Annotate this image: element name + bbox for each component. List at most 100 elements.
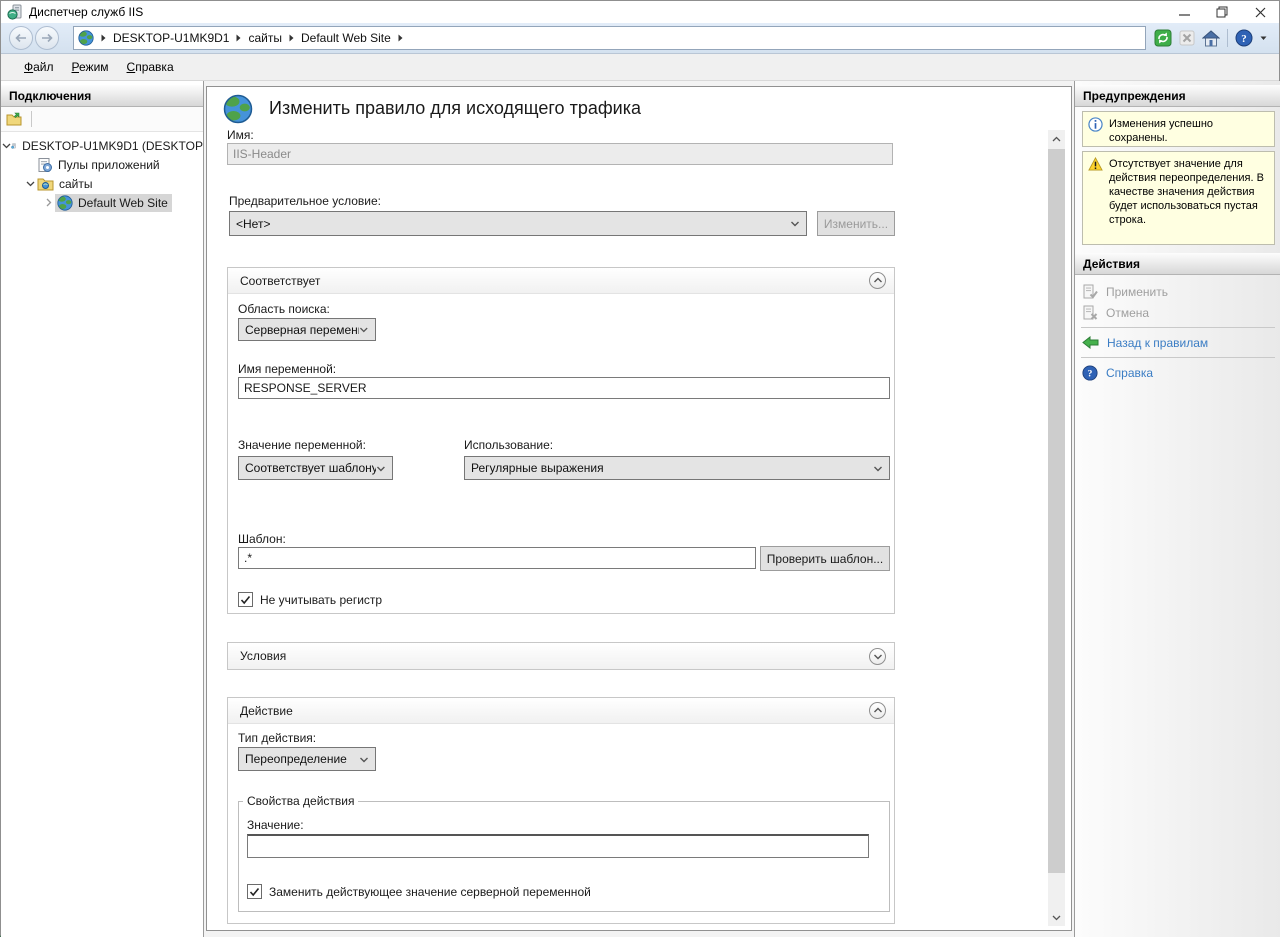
- precondition-select[interactable]: <Нет>: [229, 211, 807, 236]
- help-link[interactable]: ? Справка: [1075, 362, 1280, 383]
- chevron-down-icon: [873, 653, 883, 660]
- breadcrumb-item-sites[interactable]: сайты: [248, 31, 282, 45]
- home-icon[interactable]: [1202, 30, 1220, 47]
- action-section-title: Действие: [240, 704, 293, 718]
- menu-file[interactable]: Файл: [15, 56, 63, 78]
- check-icon: [249, 887, 260, 897]
- variable-value-option: Соответствует шаблону: [245, 461, 376, 475]
- variable-name-label: Имя переменной:: [238, 362, 336, 376]
- action-section-header[interactable]: Действие: [228, 698, 894, 724]
- breadcrumb-arrow-icon[interactable]: [398, 34, 403, 42]
- breadcrumb: DESKTOP-U1MK9D1 сайты Default Web Site: [73, 26, 1146, 50]
- help-icon[interactable]: ?: [1235, 29, 1253, 47]
- close-button[interactable]: [1241, 1, 1279, 23]
- connections-tree: DESKTOP-U1MK9D1 (DESKTOP Пулы приложений…: [1, 132, 203, 212]
- window-controls: [1165, 1, 1279, 23]
- variable-name-input[interactable]: [238, 377, 890, 399]
- collapse-chevron-icon[interactable]: [23, 179, 37, 188]
- chevron-down-icon: [1052, 915, 1061, 921]
- address-bar-icons: ?: [1154, 29, 1279, 47]
- collapse-section-button[interactable]: [869, 272, 886, 289]
- replace-value-checkbox[interactable]: [247, 884, 262, 899]
- using-select[interactable]: Регулярные выражения: [464, 456, 890, 480]
- action-type-select[interactable]: Переопределение: [238, 747, 376, 771]
- ignore-case-checkbox[interactable]: [238, 592, 253, 607]
- app-icon: [7, 4, 23, 20]
- tree-item-label: сайты: [59, 177, 93, 191]
- help-icon: ?: [1082, 365, 1098, 381]
- value-input[interactable]: [247, 834, 869, 858]
- svg-text:?: ?: [1241, 33, 1247, 45]
- scroll-down-button[interactable]: [1048, 909, 1065, 926]
- apply-label: Применить: [1106, 285, 1168, 299]
- action-properties-title: Свойства действия: [243, 794, 358, 808]
- conditions-section-header[interactable]: Условия: [228, 643, 894, 669]
- restore-button[interactable]: [1203, 1, 1241, 23]
- iis-manager-window: Диспетчер служб IIS DESKTOP-U1MK9D1 сайт…: [0, 0, 1280, 937]
- title-bar[interactable]: Диспетчер служб IIS: [1, 1, 1279, 23]
- vertical-scrollbar[interactable]: [1048, 130, 1065, 926]
- scrollbar-thumb[interactable]: [1048, 149, 1065, 873]
- menu-view[interactable]: Режим: [63, 56, 118, 78]
- using-label: Использование:: [464, 438, 553, 452]
- expand-chevron-icon[interactable]: [41, 198, 55, 207]
- globe-icon: [78, 30, 94, 46]
- scope-value: Серверная переменн: [245, 323, 359, 337]
- breadcrumb-arrow-icon[interactable]: [236, 34, 241, 42]
- scroll-up-button[interactable]: [1048, 130, 1065, 147]
- scope-select[interactable]: Серверная переменн: [238, 318, 376, 341]
- breadcrumb-arrow-icon[interactable]: [289, 34, 294, 42]
- forward-arrow-icon: [41, 33, 53, 43]
- chevron-down-icon[interactable]: [1260, 36, 1267, 41]
- action-properties-group: Свойства действия Значение: Заменить дей…: [238, 794, 890, 912]
- variable-value-label: Значение переменной:: [238, 438, 366, 452]
- expand-section-button[interactable]: [869, 648, 886, 665]
- tree-item-default-web-site[interactable]: Default Web Site: [1, 193, 203, 212]
- variable-value-select[interactable]: Соответствует шаблону: [238, 456, 393, 480]
- chevron-down-icon: [359, 756, 369, 763]
- match-section-header[interactable]: Соответствует: [228, 268, 894, 294]
- test-pattern-button[interactable]: Проверить шаблон...: [760, 546, 890, 571]
- chevron-down-icon: [359, 326, 369, 333]
- apply-action: Применить: [1075, 281, 1280, 302]
- chevron-down-icon: [873, 465, 883, 472]
- precondition-value: <Нет>: [236, 217, 270, 231]
- match-section: Соответствует Область поиска: Серверная …: [227, 267, 895, 614]
- address-bar: DESKTOP-U1MK9D1 сайты Default Web Site ?: [1, 23, 1279, 54]
- stop-icon[interactable]: [1179, 30, 1195, 46]
- breadcrumb-arrow-icon[interactable]: [101, 34, 106, 42]
- value-label: Значение:: [247, 818, 304, 832]
- menu-help[interactable]: Справка: [118, 56, 183, 78]
- minimize-button[interactable]: [1165, 1, 1203, 23]
- back-to-rules-label: Назад к правилам: [1107, 336, 1208, 350]
- ignore-case-row[interactable]: Не учитывать регистр: [238, 592, 382, 607]
- ignore-case-label: Не учитывать регистр: [260, 593, 382, 607]
- chevron-down-icon: [790, 220, 800, 227]
- actions-separator: [1081, 327, 1275, 328]
- save-connection-icon[interactable]: [6, 112, 23, 127]
- tree-item-app-pools[interactable]: Пулы приложений: [1, 155, 203, 174]
- selected-tree-item[interactable]: Default Web Site: [55, 194, 172, 212]
- toolbar-separator: [31, 111, 32, 127]
- cancel-icon: [1082, 305, 1098, 321]
- name-label: Имя:: [227, 128, 254, 142]
- breadcrumb-item-site[interactable]: Default Web Site: [301, 31, 391, 45]
- collapse-chevron-icon[interactable]: [2, 141, 11, 150]
- conditions-section: Условия: [227, 642, 895, 670]
- forward-button[interactable]: [35, 26, 59, 50]
- pattern-input[interactable]: [238, 547, 756, 569]
- scrollbar-track[interactable]: [1048, 147, 1065, 909]
- connections-panel: Подключения DESKTOP-U1MK9D1 (DESKTOP Пул…: [1, 81, 204, 937]
- refresh-icon[interactable]: [1154, 29, 1172, 47]
- collapse-section-button[interactable]: [869, 702, 886, 719]
- tree-item-sites[interactable]: сайты: [1, 174, 203, 193]
- edit-precondition-button[interactable]: Изменить...: [817, 211, 895, 236]
- back-to-rules-link[interactable]: Назад к правилам: [1075, 332, 1280, 353]
- breadcrumb-item-server[interactable]: DESKTOP-U1MK9D1: [113, 31, 229, 45]
- name-input: [227, 143, 893, 165]
- replace-value-row[interactable]: Заменить действующее значение серверной …: [247, 884, 591, 899]
- app-pools-icon: [37, 157, 53, 173]
- back-button[interactable]: [9, 26, 33, 50]
- tree-item-server[interactable]: DESKTOP-U1MK9D1 (DESKTOP: [1, 136, 203, 155]
- precondition-label: Предварительное условие:: [229, 194, 381, 208]
